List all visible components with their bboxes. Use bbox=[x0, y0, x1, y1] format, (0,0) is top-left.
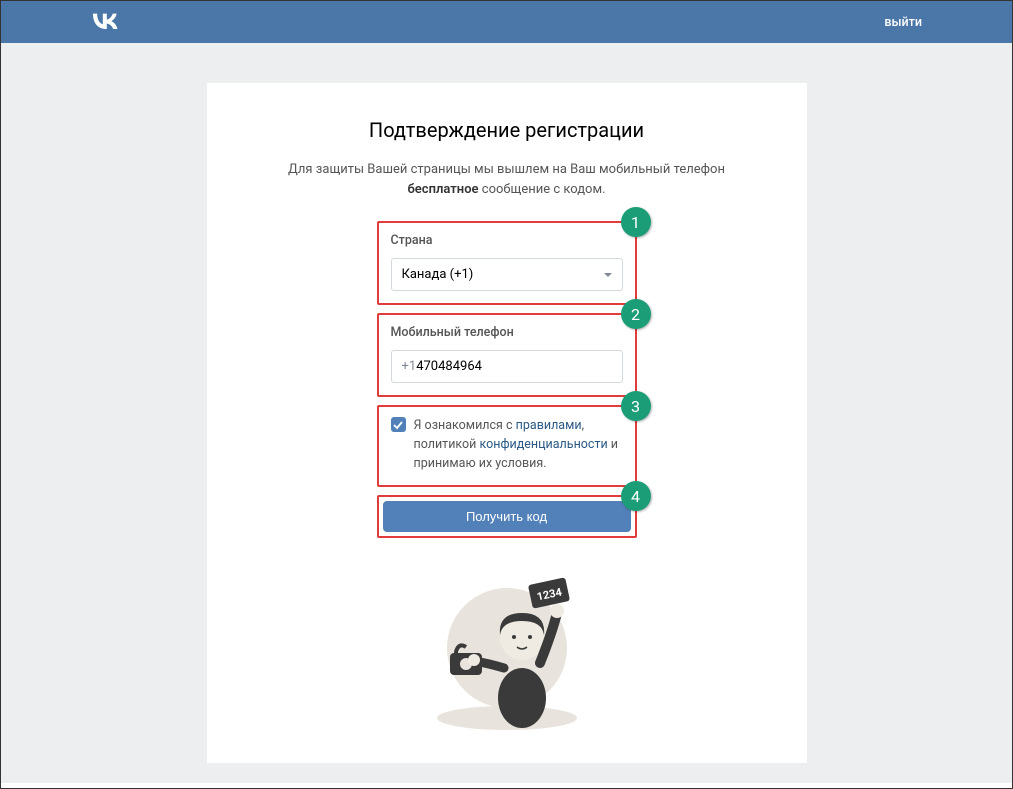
country-section: 1 Страна Канада (+1) bbox=[377, 221, 637, 305]
phone-prefix: +1 bbox=[402, 359, 417, 374]
card-title: Подтверждение регистрации bbox=[257, 118, 757, 142]
terms-checkbox[interactable] bbox=[391, 417, 406, 432]
step-badge-1: 1 bbox=[621, 207, 651, 237]
chevron-down-icon bbox=[604, 273, 612, 277]
rules-link[interactable]: правилами bbox=[516, 418, 582, 433]
phone-input[interactable]: +1470484964 bbox=[391, 350, 623, 383]
phone-value: 470484964 bbox=[416, 359, 482, 374]
country-select[interactable]: Канада (+1) bbox=[391, 258, 623, 291]
terms-text: Я ознакомился с правилами, политикой кон… bbox=[414, 417, 623, 473]
country-value: Канада (+1) bbox=[402, 267, 474, 282]
get-code-button[interactable]: Получить код bbox=[383, 501, 631, 532]
card-subtitle: Для защиты Вашей страницы мы вышлем на В… bbox=[257, 160, 757, 199]
header: выйти bbox=[1, 1, 1012, 43]
country-label: Страна bbox=[391, 233, 623, 248]
phone-section: 2 Мобильный телефон +1470484964 bbox=[377, 313, 637, 397]
step-badge-3: 3 bbox=[621, 391, 651, 421]
footer: ВКонтакте © 2006–2019 о компании правила… bbox=[1, 783, 1012, 789]
phone-label: Мобильный телефон bbox=[391, 325, 623, 340]
privacy-link[interactable]: конфиденциальности bbox=[480, 437, 608, 452]
step-badge-4: 4 bbox=[621, 481, 651, 511]
submit-section: 4 Получить код bbox=[377, 495, 637, 538]
step-badge-2: 2 bbox=[621, 299, 651, 329]
logout-button[interactable]: выйти bbox=[884, 15, 922, 30]
vk-logo[interactable] bbox=[91, 10, 119, 34]
registration-card: Подтверждение регистрации Для защиты Ваш… bbox=[207, 83, 807, 763]
terms-section: 3 Я ознакомился с правилами, политикой к… bbox=[377, 405, 637, 487]
illustration: 1234 bbox=[257, 563, 757, 733]
page-body: Подтверждение регистрации Для защиты Ваш… bbox=[1, 43, 1012, 783]
